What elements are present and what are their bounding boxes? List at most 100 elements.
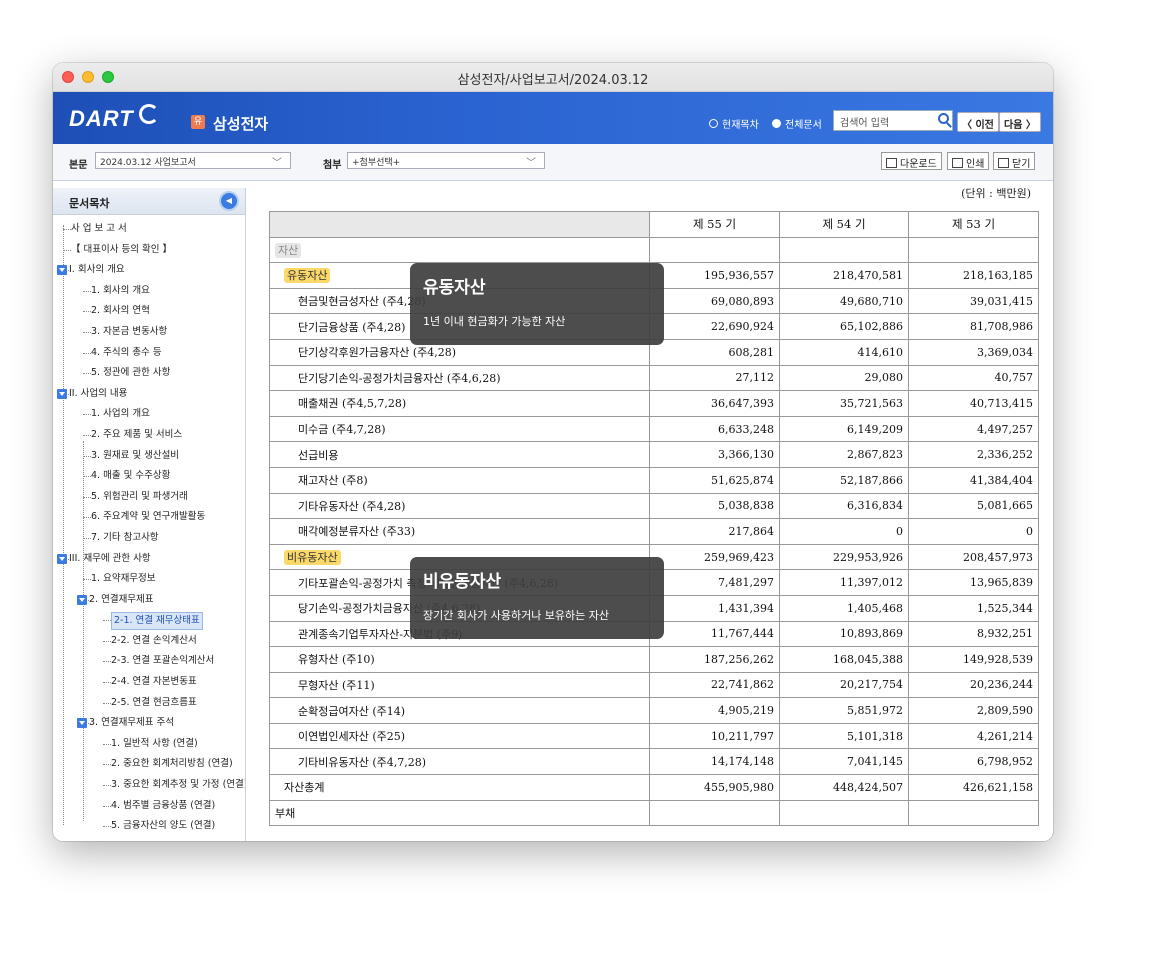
toc-item-label: III. 재무에 관한 사항 (69, 552, 151, 564)
toc-item-label: 4. 매출 및 수주상황 (91, 470, 171, 482)
amount-cell (908, 799, 1039, 827)
tree-toggle-icon[interactable] (57, 265, 67, 276)
amount-cell: 36,647,393 (649, 390, 780, 417)
tree-toggle-icon[interactable] (57, 553, 67, 564)
amount-cell: 0 (908, 518, 1039, 545)
amount-cell (779, 799, 909, 827)
toc-title: 문서목차 (69, 197, 110, 210)
attachment-label: 첨부 (323, 160, 342, 171)
column-header: 제 53 기 (908, 211, 1039, 238)
printer-icon (952, 158, 963, 168)
amount-cell: 455,905,980 (649, 774, 780, 801)
prev-button[interactable]: 〈 이전 (957, 112, 999, 132)
toc-item[interactable]: 5. 정관에 관한 사항 (53, 363, 245, 384)
amount-cell: 6,316,834 (779, 492, 909, 520)
toc-item[interactable]: 1. 일반적 사항 (연결) (53, 734, 245, 755)
amount-cell: 218,163,185 (908, 262, 1039, 289)
toc-item[interactable]: 2. 중요한 회계처리방침 (연결) (53, 754, 245, 775)
toc-item-label: 2. 회사의 연혁 (91, 305, 150, 317)
amount-cell: 29,080 (779, 364, 909, 392)
document-label: 본문 (69, 160, 88, 171)
toc-item-label: 1. 요약재무정보 (91, 573, 156, 585)
toc-item[interactable]: III. 재무에 관한 사항 (53, 549, 245, 570)
company-name: 삼성전자 (213, 115, 269, 133)
toc-item[interactable]: 1. 요약재무정보 (53, 569, 245, 590)
attachment-select[interactable]: +첨부선택+ ﹀ (347, 152, 545, 169)
search-input[interactable]: 검색어 입력 (833, 110, 953, 131)
toc-item[interactable]: 2. 회사의 연혁 (53, 301, 245, 322)
document-select[interactable]: 2024.03.12 사업보고서 ﹀ (95, 152, 291, 169)
account-name: 단기상각후원가금융자산 (주4,28) (298, 346, 457, 360)
toc-item[interactable]: 7. 기타 참고사항 (53, 528, 245, 549)
print-button[interactable]: 인쇄 (947, 152, 990, 170)
account-name: 매출채권 (주4,5,7,28) (298, 397, 407, 411)
amount-cell: 2,336,252 (908, 441, 1039, 468)
toc-item[interactable]: 2. 주요 제품 및 서비스 (53, 425, 245, 446)
search-icon[interactable] (938, 113, 949, 124)
toc-item[interactable]: 2-1. 연결 재무상태표 (53, 610, 245, 631)
next-button[interactable]: 다음 〉 (999, 112, 1041, 132)
table-row: 이연법인세자산 (주25) 10,211,797 5,101,318 4,261,21… (269, 722, 1039, 750)
amount-cell: 65,102,886 (779, 313, 909, 340)
toc-item[interactable]: 1. 회사의 개요 (53, 281, 245, 302)
download-button[interactable]: 다운로드 (881, 152, 942, 170)
radio-whole-document[interactable]: 전체문서 (772, 116, 822, 131)
tree-toggle-icon[interactable] (57, 388, 67, 399)
account-name: 자산총계 (284, 781, 325, 795)
tooltip-current-assets: 유동자산 1년 이내 현금화가 가능한 자산 (410, 263, 664, 345)
toc-item[interactable]: 사 업 보 고 서 (53, 219, 245, 240)
account-name: 자산 (275, 242, 302, 258)
amount-cell (649, 236, 780, 264)
toc-item[interactable]: 5. 금융자산의 양도 (연결) (53, 816, 245, 837)
toc-item[interactable]: 5. 위험관리 및 파생거래 (53, 487, 245, 508)
amount-cell: 10,211,797 (649, 722, 780, 750)
toc-item[interactable]: 4. 주식의 총수 등 (53, 343, 245, 364)
radio-off-icon (709, 119, 718, 128)
account-name: 단기금융상품 (주4,28) (298, 320, 406, 334)
toc-item-label: 5. 정관에 관한 사항 (91, 367, 171, 379)
toc-item[interactable]: 6. 주요계약 및 연구개발활동 (53, 507, 245, 528)
window-title: 삼성전자/사업보고서/2024.03.12 (457, 73, 649, 88)
toc-item-label: 2-3. 연결 포괄손익계산서 (111, 655, 215, 667)
dart-logo[interactable]: DART (69, 106, 134, 132)
dart-header: DART 유 삼성전자 현재목차 전체문서 검색어 입력 〈 이전 다음 〉 (53, 92, 1053, 144)
toc-item[interactable]: 2-2. 연결 손익계산서 (53, 631, 245, 652)
toc-item[interactable]: 1. 사업의 개요 (53, 404, 245, 425)
amount-cell (649, 799, 780, 827)
amount-cell: 69,080,893 (649, 287, 780, 315)
radio-current-toc[interactable]: 현재목차 (709, 116, 759, 131)
unit-label: (단위 : 백만원) (961, 188, 1031, 200)
amount-cell: 0 (779, 518, 909, 545)
account-name-cell: 재고자산 (주8) (269, 466, 650, 494)
close-button[interactable]: 닫기 (993, 152, 1036, 170)
table-row: 순확정급여자산 (주14) 4,905,219 5,851,972 2,809,590 (269, 697, 1039, 724)
toc-item[interactable]: 4. 범주별 금융상품 (연결) (53, 796, 245, 817)
account-name: 이연법인세자산 (주25) (298, 730, 406, 744)
amount-cell: 51,625,874 (649, 466, 780, 494)
toc-item[interactable]: 2-3. 연결 포괄손익계산서 (53, 651, 245, 672)
table-row: 부채 (269, 799, 1039, 827)
toc-item[interactable]: 3. 연결재무제표 주석 (53, 713, 245, 734)
toc-item-label: 2-1. 연결 재무상태표 (111, 612, 203, 631)
toc-item[interactable]: 3. 원재료 및 생산설비 (53, 446, 245, 467)
amount-cell: 229,953,926 (779, 543, 909, 571)
amount-cell (908, 236, 1039, 264)
toc-item[interactable]: I. 회사의 개요 (53, 260, 245, 281)
toc-item[interactable]: 3. 자본금 변동사항 (53, 322, 245, 343)
toc-item[interactable]: 【 대표이사 등의 확인 】 (53, 240, 245, 261)
tree-toggle-icon[interactable] (77, 594, 87, 605)
toc-item[interactable]: 4. 매출 및 수주상황 (53, 466, 245, 487)
tree-toggle-icon[interactable] (77, 718, 87, 729)
toc-item[interactable]: 2-5. 연결 현금흐름표 (53, 693, 245, 714)
table-row: 무형자산 (주11) 22,741,862 20,217,754 20,236,244 (269, 671, 1039, 699)
toc-item-label: 4. 주식의 총수 등 (91, 346, 162, 358)
account-name-cell: 이연법인세자산 (주25) (269, 722, 650, 750)
collapse-sidebar-icon[interactable]: ◀ (219, 191, 239, 211)
toc-item[interactable]: 2-4. 연결 자본변동표 (53, 672, 245, 693)
toc-item[interactable]: 2. 연결재무제표 (53, 590, 245, 611)
toc-item[interactable]: 3. 중요한 회계추정 및 가정 (연결) (53, 775, 245, 796)
chevron-down-icon: ﹀ (526, 158, 536, 169)
account-name-cell: 기타유동자산 (주4,28) (269, 492, 650, 520)
amount-cell: 218,470,581 (779, 262, 909, 289)
toc-item[interactable]: II. 사업의 내용 (53, 384, 245, 405)
